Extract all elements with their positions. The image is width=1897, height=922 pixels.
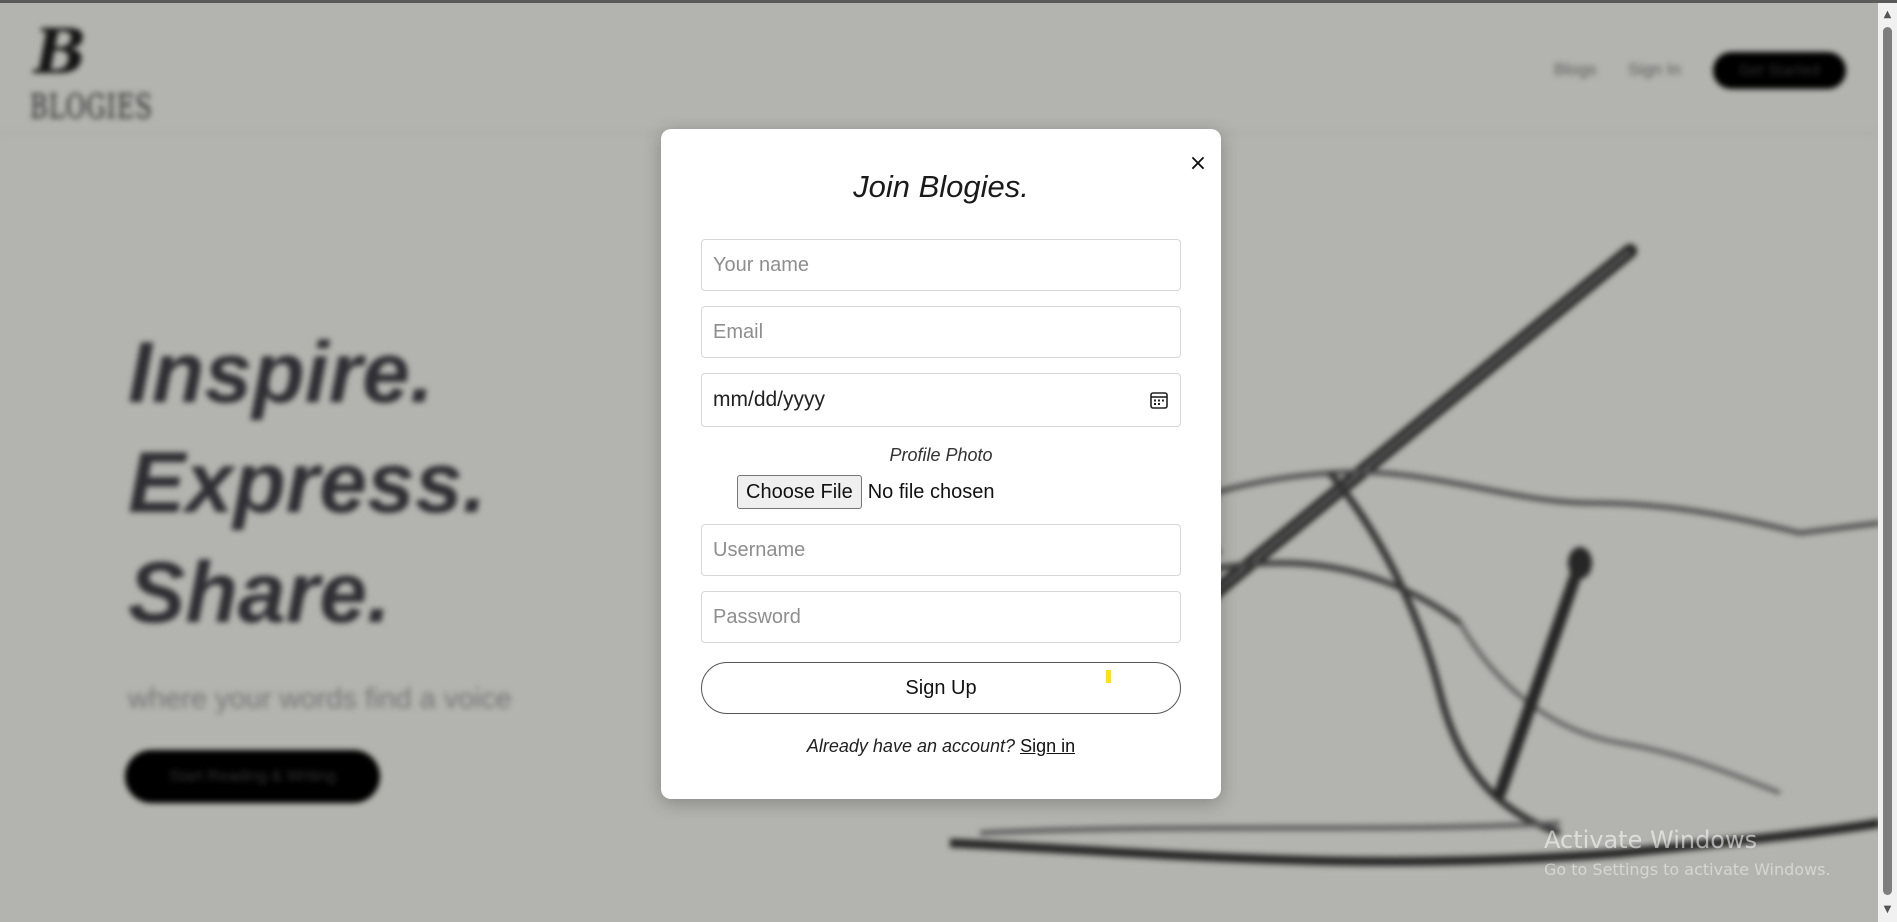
profile-photo-file-input[interactable]: Choose File No file chosen bbox=[737, 474, 994, 510]
windows-activation-subtitle: Go to Settings to activate Windows. bbox=[1544, 860, 1831, 879]
password-input[interactable] bbox=[701, 591, 1181, 643]
file-status-text: No file chosen bbox=[867, 480, 995, 503]
already-account-text: Already have an account? bbox=[806, 736, 1016, 756]
page-scrollbar[interactable]: ▲ ▼ bbox=[1878, 3, 1897, 922]
date-placeholder: mm/dd/yyyy bbox=[713, 388, 826, 411]
username-input[interactable] bbox=[701, 524, 1181, 576]
mouse-cursor-highlight bbox=[1106, 670, 1111, 683]
modal-title: Join Blogies. bbox=[853, 169, 1029, 204]
choose-file-button[interactable]: Choose File bbox=[737, 475, 862, 509]
sign-in-prompt: Already have an account? Sign in bbox=[661, 736, 1221, 757]
scroll-up-arrow-icon[interactable]: ▲ bbox=[1878, 9, 1897, 23]
birthdate-input[interactable]: mm/dd/yyyy bbox=[701, 373, 1181, 427]
signup-modal: × Join Blogies. mm/dd/yyyy Profile Photo… bbox=[661, 129, 1221, 799]
calendar-icon[interactable] bbox=[1149, 390, 1169, 410]
profile-photo-label: Profile Photo bbox=[889, 445, 993, 465]
sign-in-link[interactable]: Sign in bbox=[1020, 736, 1075, 756]
name-input[interactable] bbox=[701, 239, 1181, 291]
email-input[interactable] bbox=[701, 306, 1181, 358]
windows-activation-title: Activate Windows bbox=[1544, 826, 1758, 854]
scroll-down-arrow-icon[interactable]: ▼ bbox=[1878, 904, 1897, 918]
scroll-thumb[interactable] bbox=[1883, 27, 1892, 895]
